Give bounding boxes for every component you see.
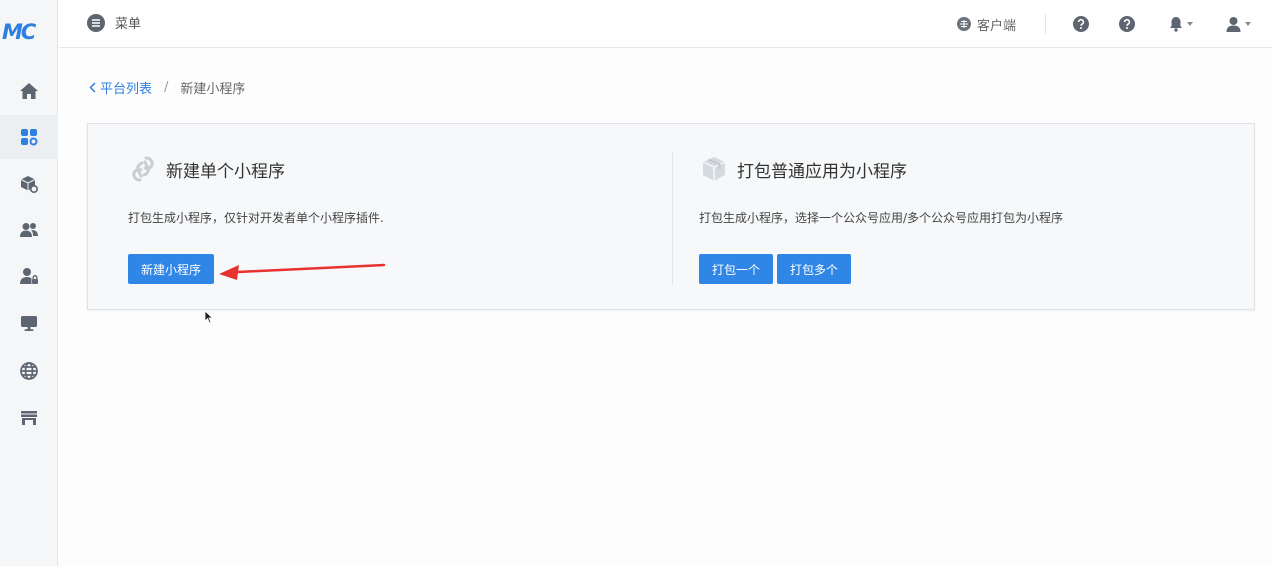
sidebar-item-home[interactable]	[0, 69, 58, 113]
sidebar-item-users[interactable]	[0, 208, 58, 252]
sidebar-item-apps[interactable]	[0, 115, 58, 159]
create-options-panel: 新建单个小程序 打包生成小程序，仅针对开发者单个小程序插件. 新建小程序 打包普…	[87, 123, 1255, 310]
menu-label: 菜单	[115, 17, 142, 32]
user-menu-button[interactable]	[1226, 14, 1251, 34]
apps-icon	[21, 129, 38, 146]
sidebar: MC	[0, 0, 58, 566]
breadcrumb: 平台列表 / 新建小程序	[89, 78, 245, 97]
single-card-title-text: 新建单个小程序	[166, 161, 285, 182]
package-card-description: 打包生成小程序，选择一个公众号应用/多个公众号应用打包为小程序	[699, 211, 1064, 225]
sidebar-item-monitor[interactable]	[0, 301, 58, 345]
main-content: 平台列表 / 新建小程序 新建单个小程序 打包生成小程序，仅针对开发者单个小程序…	[59, 49, 1272, 566]
breadcrumb-current: 新建小程序	[180, 82, 246, 97]
topbar-divider	[1045, 14, 1046, 34]
mouse-cursor	[204, 310, 214, 324]
single-card-title: 新建单个小程序	[128, 154, 285, 184]
client-label: 客户端	[977, 18, 1017, 34]
question-circle-icon	[1119, 16, 1135, 32]
package-card-title-text: 打包普通应用为小程序	[737, 161, 907, 182]
question-circle-icon	[1073, 16, 1089, 32]
chevron-down-icon	[1245, 22, 1251, 26]
store-icon	[21, 411, 37, 425]
user-lock-icon	[20, 268, 38, 284]
card-divider	[672, 152, 673, 284]
chevron-down-icon	[1187, 22, 1193, 26]
menu-toggle[interactable]: 菜单	[87, 13, 141, 32]
sidebar-item-store[interactable]	[0, 396, 58, 440]
breadcrumb-parent: 平台列表	[100, 82, 153, 97]
package-many-button[interactable]: 打包多个	[777, 254, 851, 284]
grid-globe-icon	[957, 17, 971, 31]
sidebar-item-user-lock[interactable]	[0, 254, 58, 298]
breadcrumb-separator: /	[164, 80, 169, 95]
globe-icon	[20, 362, 38, 380]
top-bar: 菜单 客户端	[59, 0, 1272, 48]
box-icon	[20, 176, 39, 194]
breadcrumb-back-link[interactable]: 平台列表	[89, 78, 152, 97]
single-miniprogram-card: 新建单个小程序 打包生成小程序，仅针对开发者单个小程序插件. 新建小程序	[128, 124, 668, 311]
single-card-description: 打包生成小程序，仅针对开发者单个小程序插件.	[128, 211, 384, 225]
monitor-icon	[21, 316, 37, 331]
home-icon	[20, 83, 38, 99]
client-link[interactable]: 客户端	[957, 12, 1016, 36]
user-icon	[1226, 17, 1241, 32]
help-button-1[interactable]	[1073, 14, 1089, 34]
sidebar-item-packages[interactable]	[0, 162, 58, 206]
notifications-button[interactable]	[1169, 14, 1193, 34]
list-icon	[87, 13, 105, 32]
chevron-left-icon	[89, 82, 96, 93]
link-icon	[132, 156, 154, 182]
package-box-icon	[702, 157, 726, 181]
package-card-title: 打包普通应用为小程序	[699, 154, 907, 184]
bell-icon	[1170, 17, 1182, 32]
help-button-2[interactable]	[1119, 14, 1135, 34]
package-one-button[interactable]: 打包一个	[699, 254, 773, 284]
new-miniprogram-button[interactable]: 新建小程序	[128, 254, 214, 284]
sidebar-item-globe[interactable]	[0, 349, 58, 393]
users-icon	[20, 223, 38, 237]
package-app-card: 打包普通应用为小程序 打包生成小程序，选择一个公众号应用/多个公众号应用打包为小…	[699, 124, 1239, 311]
app-logo[interactable]: MC	[2, 20, 46, 44]
